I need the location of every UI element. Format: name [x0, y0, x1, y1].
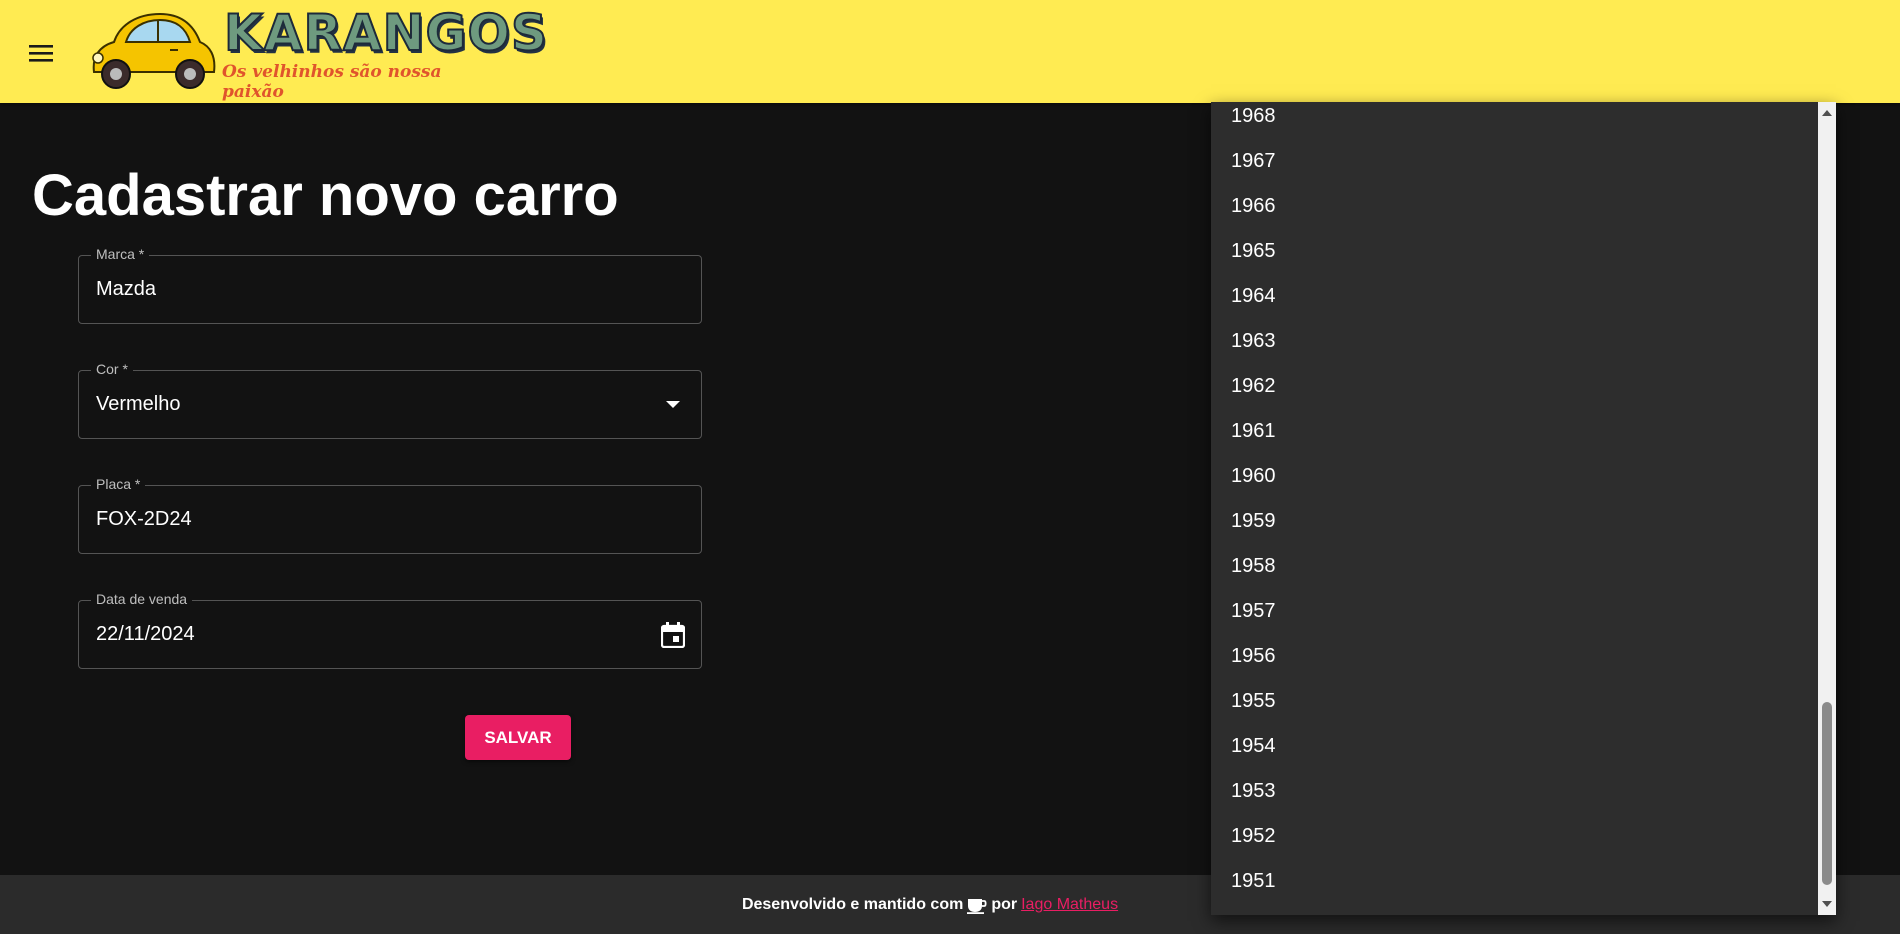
year-option[interactable]: 1955: [1211, 679, 1818, 724]
marca-label: Marca *: [91, 246, 150, 262]
year-option[interactable]: 1957: [1211, 589, 1818, 634]
coffee-cup-icon: [967, 898, 987, 914]
placa-label: Placa *: [91, 476, 146, 492]
app-bar: KARANGOS Os velhinhos são nossa paixão: [0, 0, 1900, 103]
caret-down-icon[interactable]: [659, 391, 687, 419]
year-option[interactable]: 1952: [1211, 814, 1818, 859]
data-venda-label: Data de venda: [91, 591, 193, 607]
brand-title: KARANGOS: [223, 3, 549, 63]
page-title: Cadastrar novo carro: [32, 163, 619, 228]
placa-field[interactable]: Placa * FOX-2D24: [78, 476, 702, 554]
year-option[interactable]: 1964: [1211, 274, 1818, 319]
calendar-icon[interactable]: [659, 621, 687, 649]
author-link[interactable]: Iago Matheus: [1021, 896, 1118, 914]
footer-por: por: [991, 895, 1018, 913]
scroll-up-arrow-icon[interactable]: [1822, 110, 1832, 116]
year-option[interactable]: 1966: [1211, 184, 1818, 229]
year-option[interactable]: 1961: [1211, 409, 1818, 454]
year-option[interactable]: 1962: [1211, 364, 1818, 409]
dropdown-scrollbar[interactable]: [1818, 102, 1836, 915]
year-option[interactable]: 1956: [1211, 634, 1818, 679]
cor-label: Cor *: [91, 361, 133, 377]
scrollbar-thumb[interactable]: [1822, 702, 1832, 885]
cor-value: Vermelho: [96, 393, 181, 415]
year-option[interactable]: 1968: [1211, 102, 1818, 139]
data-venda-input[interactable]: 22/11/2024: [96, 623, 195, 646]
beetle-car-icon: [92, 12, 216, 89]
menu-icon: [29, 45, 53, 62]
save-button[interactable]: SALVAR: [465, 715, 571, 760]
year-dropdown-menu[interactable]: 1968 1967 1966 1965 1964 1963 1962 1961 1960 1959…: [1211, 102, 1836, 915]
year-option[interactable]: 1965: [1211, 229, 1818, 274]
year-option[interactable]: 1960: [1211, 454, 1818, 499]
year-option[interactable]: 1954: [1211, 724, 1818, 769]
karangos-logo[interactable]: KARANGOS Os velhinhos são nossa paixão: [86, 3, 548, 102]
marca-input[interactable]: Mazda: [96, 278, 156, 301]
year-option[interactable]: 1959: [1211, 499, 1818, 544]
placa-input[interactable]: FOX-2D24: [96, 508, 192, 531]
year-options-list: 1968 1967 1966 1965 1964 1963 1962 1961 1960 1959…: [1211, 102, 1818, 904]
cor-select[interactable]: Cor * Vermelho: [78, 361, 702, 439]
data-venda-field[interactable]: Data de venda 22/11/2024: [78, 591, 702, 669]
year-option[interactable]: 1951: [1211, 859, 1818, 904]
year-option[interactable]: 1963: [1211, 319, 1818, 364]
year-option[interactable]: 1967: [1211, 139, 1818, 184]
scroll-down-arrow-icon[interactable]: [1822, 901, 1832, 907]
footer-text: Desenvolvido e mantido com: [741, 895, 964, 913]
year-option[interactable]: 1953: [1211, 769, 1818, 814]
brand-tagline: Os velhinhos são nossa paixão: [222, 62, 442, 102]
year-option[interactable]: 1958: [1211, 544, 1818, 589]
marca-field[interactable]: Marca * Mazda: [78, 246, 702, 324]
menu-button[interactable]: [24, 36, 58, 70]
